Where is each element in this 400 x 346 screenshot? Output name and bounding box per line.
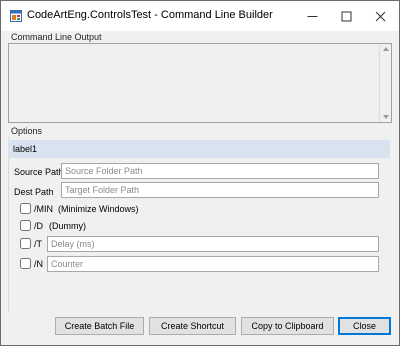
window-title: CodeArtEng.ControlsTest - Command Line B… [27,9,273,21]
options-section-label: Options [11,126,43,136]
minimize-button[interactable] [295,1,329,31]
command-line-output[interactable] [8,43,392,123]
dummy-checkbox[interactable] [20,220,31,231]
main-window: CodeArtEng.ControlsTest - Command Line B… [0,0,400,346]
info-label: label1 [8,140,390,158]
counter-input[interactable] [47,256,379,272]
dummy-switch-label: /D [34,221,43,231]
counter-switch-label: /N [34,259,43,269]
dest-path-input[interactable] [61,182,379,198]
min-checkbox[interactable] [20,203,31,214]
copy-to-clipboard-button[interactable]: Copy to Clipboard [241,317,334,335]
dest-path-label: Dest Path [14,187,54,197]
scroll-down-arrow-icon[interactable] [383,115,389,119]
delay-input[interactable] [47,236,379,252]
minimize-icon [307,15,317,17]
app-form-icon [10,10,22,22]
min-switch-label: /MIN [34,204,53,214]
title-bar[interactable]: CodeArtEng.ControlsTest - Command Line B… [1,1,399,31]
counter-checkbox[interactable] [20,258,31,269]
delay-checkbox[interactable] [20,238,31,249]
close-window-button[interactable] [363,1,397,31]
delay-switch-label: /T [34,239,42,249]
close-icon [375,11,385,21]
source-path-label: Source Path [14,167,64,177]
close-button[interactable]: Close [338,317,391,335]
output-section-label: Command Line Output [11,32,102,42]
source-path-input[interactable] [61,163,379,179]
create-shortcut-button[interactable]: Create Shortcut [149,317,236,335]
output-scrollbar[interactable] [379,44,391,122]
maximize-icon [341,11,351,21]
dummy-description: (Dummy) [49,221,86,231]
min-description: (Minimize Windows) [58,204,139,214]
scroll-up-arrow-icon[interactable] [383,47,389,51]
create-batch-file-button[interactable]: Create Batch File [55,317,144,335]
maximize-button[interactable] [329,1,363,31]
